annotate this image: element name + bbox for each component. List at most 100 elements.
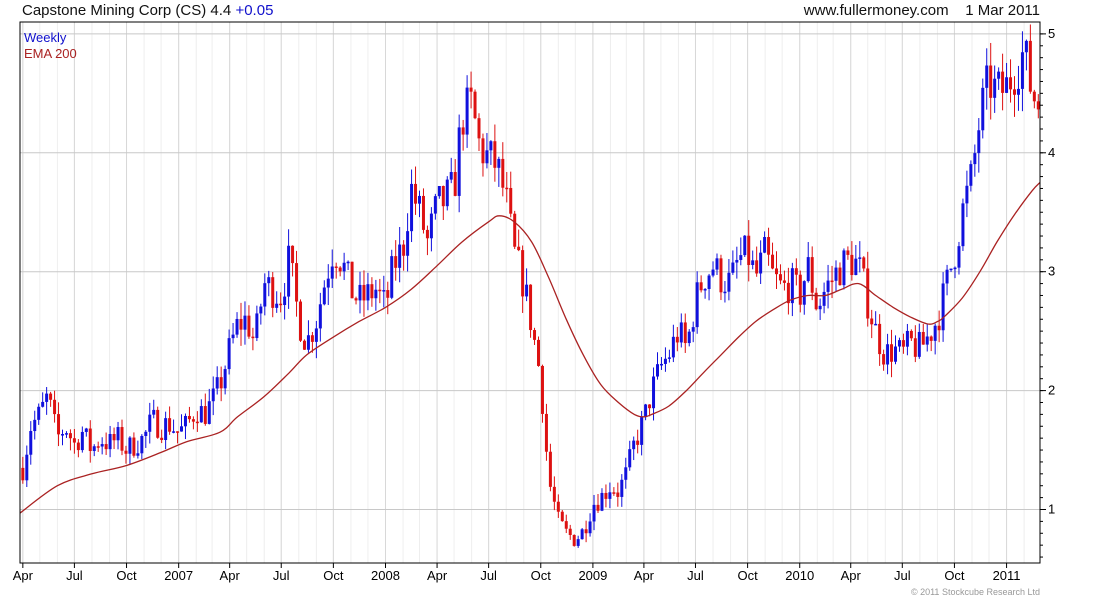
bar-body [802,281,806,305]
bar-body [886,344,890,365]
bar-body [346,261,350,264]
bar-body [227,338,231,370]
weekly-bar [41,392,45,408]
bar-body [112,434,116,441]
bar-body [616,492,620,497]
bar-body [945,269,949,284]
weekly-bar [477,113,481,151]
bar-body [735,259,739,263]
bar-body [489,141,493,151]
bar-body [128,437,132,454]
bar-body [318,304,322,329]
weekly-bar [267,270,271,297]
weekly-bar [80,426,84,453]
bar-body [529,284,533,331]
weekly-bar [231,322,235,344]
weekly-bar [735,246,739,279]
bar-body [104,444,108,450]
bar-body [588,521,592,534]
weekly-bar [457,114,461,213]
bar-body [775,268,778,275]
bar-body [600,492,604,511]
weekly-bar [620,474,624,507]
bar-body [862,257,866,269]
weekly-bar [88,420,92,463]
weekly-bar [378,278,382,304]
bar-body [544,413,548,452]
weekly-bar [897,337,901,352]
bar-body [782,280,786,283]
bar-body [1024,40,1028,53]
bar-body [203,406,207,424]
bar-body [84,428,88,432]
bar-body [465,87,469,135]
x-tick-label: Jul [894,568,911,583]
weekly-bar [207,388,211,425]
bar-body [909,330,913,339]
weekly-bar [913,325,917,363]
bar-body [969,164,973,186]
weekly-bar [775,251,778,289]
weekly-bar [84,427,88,437]
bar-body [132,437,136,456]
bar-body [858,257,862,259]
bar-body [917,331,921,357]
weekly-bar [878,314,882,366]
weekly-bar [683,313,687,353]
weekly-bar [921,324,925,345]
x-tick-label: 2011 [993,568,1021,583]
weekly-bar [295,250,299,317]
bar-body [644,404,648,418]
bar-body [743,235,747,256]
weekly-bar [771,242,775,270]
bar-body [354,298,358,301]
bar-body [751,260,755,266]
weekly-bar [132,432,136,458]
weekly-bar [414,166,418,215]
bar-body [425,229,429,239]
bar-body [580,529,584,540]
weekly-bar [156,406,160,439]
weekly-bar [929,335,933,352]
x-tick-label: Apr [634,568,655,583]
bar-body [271,277,275,308]
weekly-bar [612,487,616,496]
bar-body [267,277,271,284]
bar-body [822,291,826,306]
weekly-bar [540,364,544,423]
bar-body [659,363,663,366]
bar-body [572,534,576,546]
bar-body [806,257,810,282]
bar-body [568,528,572,535]
weekly-bar [45,387,49,415]
weekly-bar [96,441,100,452]
bar-body [497,158,501,168]
price-chart: 1 2 3 4 5 Apr Jul Oct 2007 Apr Jul Oct 2008 Apr Jul Oc… [13,21,1055,583]
bar-body [691,327,695,332]
bar-body [1009,77,1013,90]
weekly-bar [576,535,580,548]
bar-body [251,336,255,339]
x-tick-label: Jul [66,568,83,583]
weekly-bar [957,241,961,275]
bar-body [199,406,203,423]
bar-body [798,274,802,305]
weekly-bar [671,324,675,363]
weekly-bar [858,241,862,273]
weekly-bar [406,213,410,272]
bar-body [612,492,616,494]
bar-body [584,529,588,534]
bar-body [49,393,53,400]
weekly-bar [731,250,735,275]
bar-body [894,346,897,362]
weekly-bar [802,280,806,315]
bar-body [148,414,152,432]
weekly-bar [425,225,429,256]
bar-body [596,504,600,511]
weekly-bar [152,399,156,419]
bar-body [378,289,382,292]
bar-body [398,244,402,268]
weekly-bar [580,528,584,540]
weekly-bar [862,256,866,272]
bar-body [92,446,96,452]
